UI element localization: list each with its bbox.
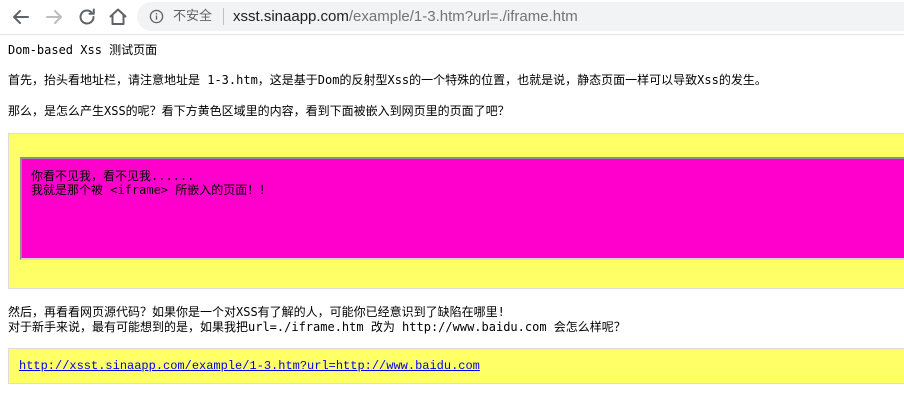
arrow-left-icon (9, 5, 33, 29)
iframe-text-line-2: 我就是那个被 <iframe> 所嵌入的页面！！ (31, 183, 272, 197)
omnibox-divider (223, 8, 224, 25)
reload-button[interactable] (75, 5, 99, 29)
url-path: /example/1-3.htm?url=./iframe.htm (348, 8, 578, 25)
home-button[interactable] (106, 5, 130, 29)
source-hint-line-1: 然后，再看看网页源代码？如果你是一个对XSS有了解的人，可能你已经意识到了缺陷在… (8, 305, 505, 319)
page-title: Dom-based Xss 测试页面 (8, 43, 158, 57)
embedded-iframe[interactable]: 你看不见我，看不见我...... 我就是那个被 <iframe> 所嵌入的页面！… (20, 157, 904, 260)
source-hint-line-2: 对于新手来说，最有可能想到的是，如果我把url=./iframe.htm 改为 … (8, 320, 626, 334)
address-bar[interactable]: 不安全 xsst.sinaapp.com/example/1-3.htm?url… (137, 2, 904, 31)
arrow-right-icon (42, 5, 66, 29)
security-label[interactable]: 不安全 (173, 7, 212, 26)
iframe-text-line-1: 你看不见我，看不见我...... (31, 169, 195, 183)
back-button[interactable] (9, 5, 33, 29)
question-paragraph: 那么，是怎么产生XSS的呢？看下方黄色区域里的内容，看到下面被嵌入到网页里的页面… (8, 104, 510, 118)
url-text[interactable]: xsst.sinaapp.com/example/1-3.htm?url=./i… (233, 7, 578, 26)
info-circle-icon[interactable] (149, 9, 164, 24)
forward-button[interactable] (42, 5, 66, 29)
browser-toolbar: 不安全 xsst.sinaapp.com/example/1-3.htm?url… (0, 0, 904, 35)
baidu-test-link[interactable]: http://xsst.sinaapp.com/example/1-3.htm?… (19, 358, 480, 374)
yellow-iframe-area: 你看不见我，看不见我...... 我就是那个被 <iframe> 所嵌入的页面！… (8, 133, 904, 289)
yellow-link-area: http://xsst.sinaapp.com/example/1-3.htm?… (8, 348, 904, 384)
intro-paragraph: 首先，抬头看地址栏，请注意地址是 1-3.htm，这是基于Dom的反射型Xss的… (8, 73, 767, 87)
home-icon (106, 5, 130, 29)
url-host: xsst.sinaapp.com (233, 8, 349, 25)
reload-icon (75, 5, 99, 29)
